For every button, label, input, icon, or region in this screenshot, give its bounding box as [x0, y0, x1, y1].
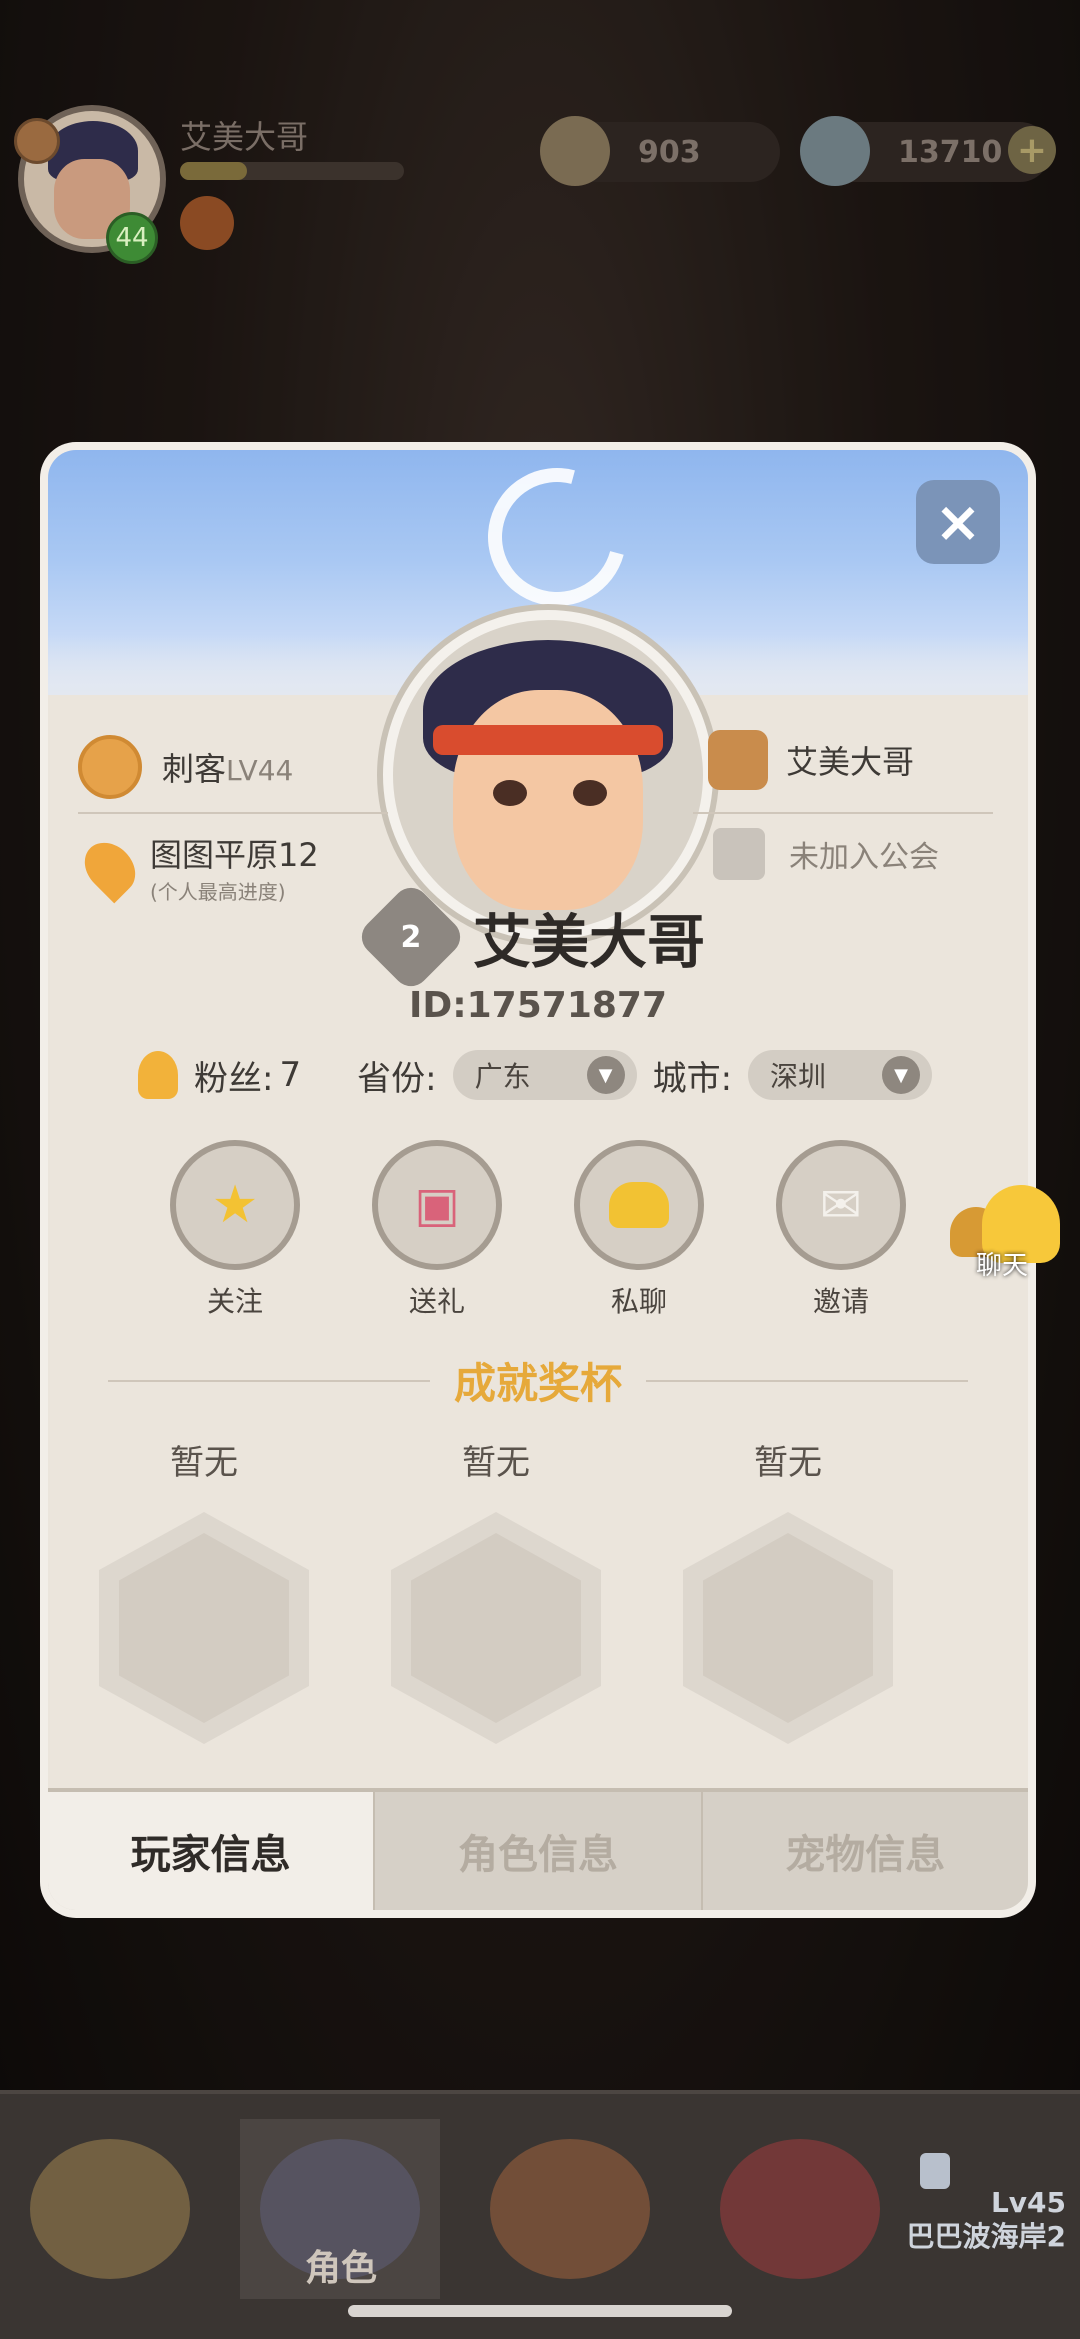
invite-button[interactable]: ✉ 邀请 [776, 1140, 906, 1320]
trophy-label: 暂无 [170, 1443, 238, 1483]
chevron-down-icon: ▼ [586, 1056, 625, 1094]
private-chat-label: 私聊 [610, 1285, 667, 1318]
trophy-slot[interactable]: 暂无 [682, 1435, 894, 1744]
partner-name: 艾美大哥 [786, 743, 915, 781]
province-value: 广东 [474, 1060, 531, 1093]
shells-value: 903 [638, 134, 701, 170]
chat-icon [574, 1140, 704, 1270]
map-progress-label: 图图平原12 [150, 836, 319, 874]
profile-tabs: 玩家信息 角色信息 宠物信息 [48, 1788, 1028, 1910]
close-button[interactable]: × [916, 480, 1000, 564]
exp-bar-fill [180, 162, 248, 180]
fans-icon [138, 1051, 178, 1099]
map-progress-info: 图图平原12 (个人最高进度) [74, 830, 319, 905]
guild-status: 未加入公会 [789, 840, 939, 875]
fans-count: 7 [279, 1055, 302, 1095]
nav-item-pet[interactable] [700, 2119, 900, 2299]
player-profile-dialog: × 刺客LV44 图图平原12 (个人最高进度) 艾美大哥 未加入公会 2 艾美… [48, 450, 1028, 1910]
social-row: 粉丝: 7 省份: 广东 ▼ 城市: 深圳 ▼ [138, 1050, 933, 1100]
player-portrait [383, 610, 713, 940]
pearl-icon [800, 116, 870, 186]
shells-counter: 903 [540, 116, 780, 186]
bottom-nav: 角色 Lv45 巴巴波海岸2 [0, 2090, 1080, 2339]
city-value: 深圳 [770, 1060, 827, 1093]
nav-item-totem[interactable] [470, 2119, 670, 2299]
exp-bar [180, 162, 404, 180]
couple-icon [708, 730, 768, 790]
trophy-slots: 暂无 暂无 暂无 [98, 1435, 894, 1744]
trophy-label: 暂无 [462, 1443, 530, 1483]
shell-icon [540, 116, 610, 186]
add-currency-button[interactable]: + [1008, 126, 1056, 174]
guild-info: 未加入公会 [713, 828, 939, 880]
empty-trophy-icon [391, 1512, 601, 1744]
achievements-title: 成就奖杯 [48, 1350, 1028, 1411]
rank-number: 2 [400, 919, 422, 955]
class-level: LV44 [226, 754, 294, 787]
home-indicator[interactable] [348, 2305, 732, 2317]
floating-chat-button[interactable]: 聊天 [950, 1185, 1070, 1285]
trophy-slot[interactable]: 暂无 [390, 1435, 602, 1744]
follow-button[interactable]: ★ 关注 [170, 1140, 300, 1320]
partner-info: 艾美大哥 [708, 730, 914, 790]
class-label: 刺客 [162, 750, 227, 788]
assassin-class-icon [78, 735, 142, 799]
city-select[interactable]: 深圳 ▼ [748, 1050, 933, 1100]
player-id: ID:17571877 [408, 985, 668, 1026]
chevron-down-icon: ▼ [882, 1056, 921, 1094]
envelope-icon: ✉ [776, 1140, 906, 1270]
moon-emblem-icon [462, 450, 652, 632]
guild-flag-icon [713, 828, 765, 880]
action-buttons: ★ 关注 ▣ 送礼 私聊 ✉ 邀请 [48, 1140, 1028, 1320]
follow-label: 关注 [206, 1285, 263, 1318]
player-name: 艾美大哥 [180, 118, 309, 156]
nav-role-label: 角色 [305, 2248, 378, 2289]
player-level-badge: 44 [106, 212, 158, 264]
lock-icon [920, 2153, 950, 2189]
chat-label: 聊天 [976, 1251, 1029, 1281]
divider [78, 812, 388, 814]
invite-label: 邀请 [812, 1285, 869, 1318]
class-icon [14, 118, 60, 164]
gift-button[interactable]: ▣ 送礼 [372, 1140, 502, 1320]
fans-label: 粉丝: [194, 1058, 274, 1099]
pearls-counter: 13710 + [800, 116, 1056, 186]
city-label: 城市: [652, 1058, 733, 1099]
tab-pet-info[interactable]: 宠物信息 [700, 1792, 1028, 1910]
province-select[interactable]: 广东 ▼ [452, 1050, 637, 1100]
trophy-label: 暂无 [754, 1443, 822, 1483]
class-info: 刺客LV44 [78, 735, 293, 799]
location-pin-icon [74, 832, 146, 903]
title-badge-icon[interactable] [180, 196, 234, 250]
rank-badge-icon: 2 [354, 880, 468, 994]
star-icon: ★ [170, 1140, 300, 1270]
gift-label: 送礼 [408, 1285, 465, 1318]
empty-trophy-icon [683, 1512, 893, 1744]
divider [693, 812, 993, 814]
private-chat-button[interactable]: 私聊 [574, 1140, 704, 1320]
empty-trophy-icon [99, 1512, 309, 1744]
pearls-value: 13710 [898, 134, 1003, 170]
tab-player-info[interactable]: 玩家信息 [48, 1792, 374, 1910]
profile-name: 艾美大哥 [472, 908, 705, 976]
locked-area-label: 巴巴波海岸2 [906, 2220, 1066, 2253]
nav-item-home[interactable] [10, 2119, 210, 2299]
name-row: 2 艾美大哥 [48, 880, 1028, 994]
province-label: 省份: [357, 1058, 437, 1099]
trophy-slot[interactable]: 暂无 [98, 1435, 310, 1744]
tab-character-info[interactable]: 角色信息 [373, 1792, 700, 1910]
gift-icon: ▣ [372, 1140, 502, 1270]
